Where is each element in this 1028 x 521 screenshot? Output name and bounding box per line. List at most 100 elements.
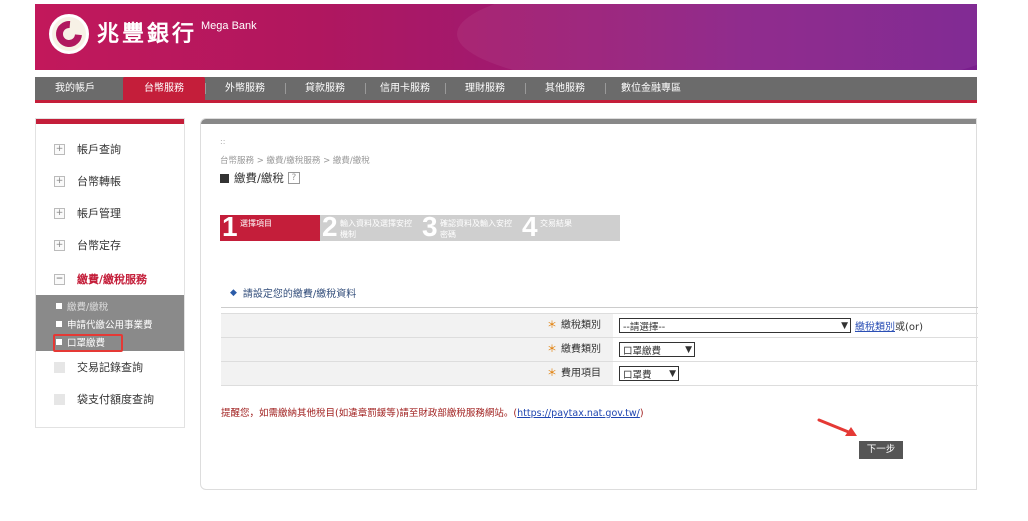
sidebar-item-account-management[interactable]: + 帳戶管理 [54,203,121,223]
form-row-fee-item: ＊ 費用項目 口罩費 ▼ [221,362,978,386]
arrow-right-icon: ◆ [230,287,237,298]
progress-steps: 1 選擇項目 2 輸入資料及選擇安控機制 3 確認資料及輸入安控密碼 4 交易結… [220,211,620,242]
tax-type-label: ＊ 繳稅類別 [221,314,613,337]
nav-twd-services[interactable]: 台幣服務 [123,77,205,100]
submenu-item-utility-autopay[interactable]: 申請代繳公用事業費 [56,317,153,331]
tax-type-select[interactable]: --請選擇-- ▼ [619,318,851,333]
brand-name-zh[interactable]: 兆豐銀行 [97,16,197,48]
sidebar-item-label: 帳戶查詢 [77,143,121,156]
step-number: 4 [522,211,538,242]
nav-digital[interactable]: 數位金融專區 [605,77,697,100]
or-text: 或(or) [895,322,924,333]
square-icon [54,393,65,405]
minus-icon: − [54,273,65,285]
nav-foreign-currency[interactable]: 外幣服務 [205,77,285,100]
pointer-arrow-icon [817,418,857,436]
sidebar-item-twd-deposit[interactable]: + 台幣定存 [54,235,121,255]
select-value: 口罩繳費 [623,345,662,357]
next-step-button[interactable]: 下一步 [859,441,903,459]
sidebar-item-label: 帳戶管理 [77,207,121,220]
notice-message: 提醒您，如需繳納其他稅目(如違章罰鍰等)請至財政部繳稅服務網站。( [221,408,518,419]
nav-my-account[interactable]: 我的帳戶 [35,77,115,100]
select-value: 口罩費 [623,369,652,381]
mega-bank-logo[interactable] [49,14,89,54]
step-label: 交易結果 [540,219,572,228]
sidebar-item-label: 交易記錄查詢 [77,361,143,374]
fee-type-cell: 口罩繳費 ▼ [613,338,978,361]
nav-wealth[interactable]: 理財服務 [445,77,525,100]
label-text: 繳費類別 [561,344,601,355]
fee-item-select[interactable]: 口罩費 ▼ [619,366,679,381]
main-nav: 我的帳戶 台幣服務 外幣服務 貸款服務 信用卡服務 理財服務 其他服務 數位金融… [35,77,977,103]
step-label: 輸入資料及選擇安控機制 [340,219,412,239]
step-label: 確認資料及輸入安控密碼 [440,219,512,239]
tax-type-cell: --請選擇-- ▼ 繳稅類別 或(or) [613,314,978,337]
sidebar-item-wallet-limit[interactable]: 袋支付額度查詢 [54,389,154,409]
chevron-down-icon: ▼ [841,320,848,331]
sidebar-item-transaction-records[interactable]: 交易記錄查詢 [54,357,143,377]
step-1: 1 選擇項目 [220,211,320,242]
brand-name-en: Mega Bank [201,20,257,32]
logo-s-icon [50,15,88,53]
breadcrumb: 台幣服務 > 繳費/繳稅服務 > 繳費/繳稅 [220,156,370,166]
header-wave-decoration [457,4,977,70]
label-text: 費用項目 [561,368,601,379]
chevron-down-icon: ▼ [685,344,692,355]
help-icon[interactable]: ? [287,172,300,184]
paytax-link[interactable]: https://paytax.nat.gov.tw/ [517,408,640,419]
plus-icon: + [54,207,65,219]
submenu-label: 申請代繳公用事業費 [67,320,153,331]
bullet-icon [56,321,62,327]
section-title: ◆ 請設定您的繳費/繳稅資料 [230,285,357,301]
sidebar-item-payment-services[interactable]: − 繳費/繳稅服務 [54,269,147,289]
nav-loans[interactable]: 貸款服務 [285,77,365,100]
sidebar-accent-bar [36,119,184,124]
main-top-bar [201,119,976,124]
plus-icon: + [54,143,65,155]
fee-item-label: ＊ 費用項目 [221,362,613,385]
page-title-text: 繳費/繳稅 [234,171,284,185]
square-icon [54,361,65,373]
nav-credit-card[interactable]: 信用卡服務 [365,77,445,100]
submenu-label: 繳費/繳稅 [67,302,109,313]
sidebar-item-twd-transfer[interactable]: + 台幣轉帳 [54,171,121,191]
page-title: 繳費/繳稅 ? [220,170,300,186]
tiny-marker: :: [220,137,226,146]
sidebar-item-label: 袋支付額度查詢 [77,393,154,406]
sidebar-item-label: 繳費/繳稅服務 [77,273,148,286]
sidebar-item-account-inquiry[interactable]: + 帳戶查詢 [54,139,121,159]
required-icon: ＊ [547,368,557,379]
sidebar-item-label: 台幣定存 [77,239,121,252]
submenu-item-pay-tax[interactable]: 繳費/繳稅 [56,299,108,313]
sidebar-item-label: 台幣轉帳 [77,175,121,188]
notice-close-paren: ) [639,408,644,419]
nav-other[interactable]: 其他服務 [525,77,605,100]
select-value: --請選擇-- [623,321,666,333]
step-number: 2 [322,211,338,242]
tax-type-link[interactable]: 繳稅類別 [855,318,895,333]
required-icon: ＊ [547,320,557,331]
notice-text: 提醒您，如需繳納其他稅目(如違章罰鍰等)請至財政部繳稅服務網站。(https:/… [221,405,644,419]
payment-form: ＊ 繳稅類別 --請選擇-- ▼ 繳稅類別 或(or) ＊ 繳費類別 口罩繳費 ▼ ＊ 費… [221,313,978,386]
section-divider [221,307,978,308]
section-title-text: 請設定您的繳費/繳稅資料 [242,289,357,300]
fee-type-select[interactable]: 口罩繳費 ▼ [619,342,695,357]
highlight-box [53,334,123,352]
step-label: 選擇項目 [240,219,272,228]
site-header: 兆豐銀行 Mega Bank [35,4,977,70]
form-row-fee-type: ＊ 繳費類別 口罩繳費 ▼ [221,338,978,362]
fee-item-cell: 口罩費 ▼ [613,362,978,385]
bullet-icon [56,303,62,309]
step-number: 1 [222,211,238,242]
chevron-down-icon: ▼ [669,368,676,379]
step-number: 3 [422,211,438,242]
label-text: 繳稅類別 [561,320,601,331]
plus-icon: + [54,175,65,187]
sidebar: + 帳戶查詢 + 台幣轉帳 + 帳戶管理 + 台幣定存 − 繳費/繳稅服務 繳費/繳稅 申… [35,118,185,428]
step-2: 2 輸入資料及選擇安控機制 [320,211,420,242]
step-3: 3 確認資料及輸入安控密碼 [420,211,520,242]
plus-icon: + [54,239,65,251]
required-icon: ＊ [547,344,557,355]
title-square-icon [220,173,229,183]
fee-type-label: ＊ 繳費類別 [221,338,613,361]
